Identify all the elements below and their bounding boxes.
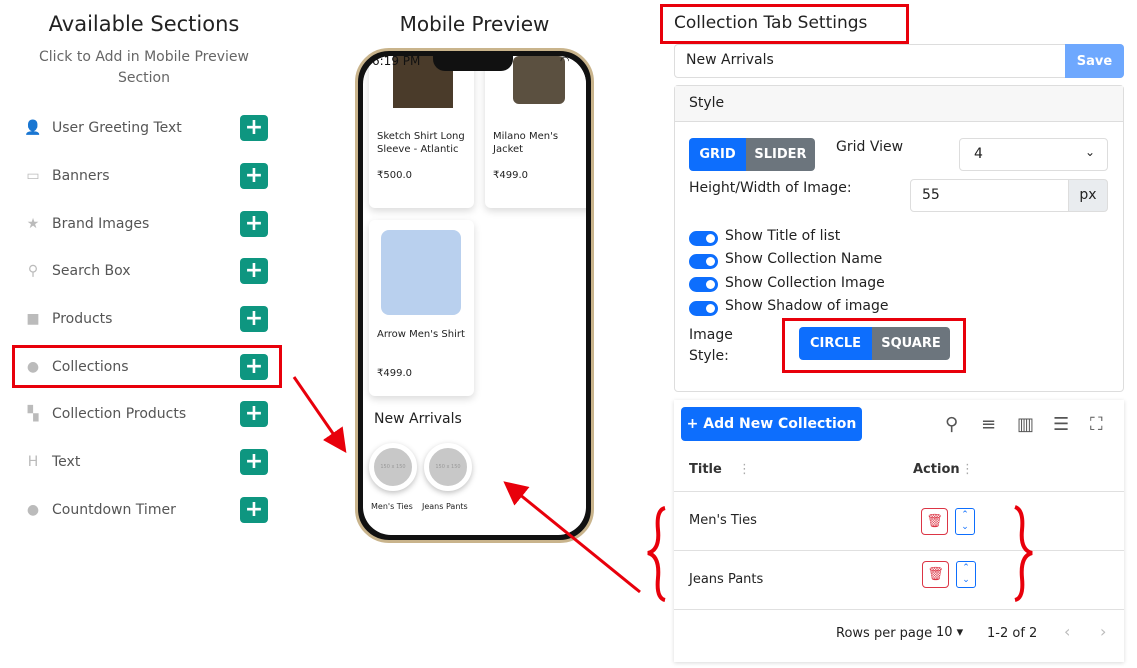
annotation-overlay [292,376,1033,602]
annotation-brace [1014,505,1033,602]
annotation-brace [647,506,666,602]
annotation-arrow [503,481,641,594]
annotation-arrow [292,376,347,453]
